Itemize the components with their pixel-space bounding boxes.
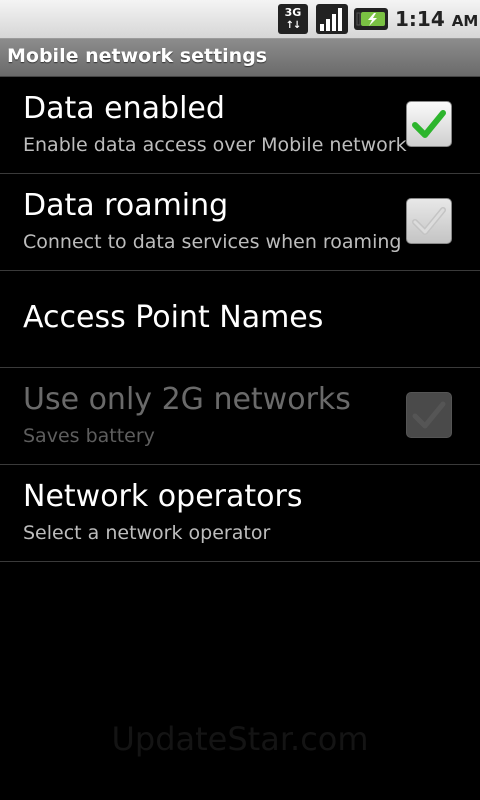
checkmark-icon <box>412 207 446 235</box>
use-only-2g-checkbox[interactable] <box>406 392 452 438</box>
pref-title: Use only 2G networks <box>23 382 351 417</box>
3g-data-icon: 3G ↑↓ <box>278 4 308 34</box>
battery-charging-icon <box>354 8 388 30</box>
pref-title: Data enabled <box>23 91 225 126</box>
pref-summary: Select a network operator <box>23 522 271 544</box>
pref-data-roaming[interactable]: Data roaming Connect to data services wh… <box>0 174 480 271</box>
pref-title: Access Point Names <box>23 300 324 335</box>
pref-network-operators[interactable]: Network operators Select a network opera… <box>0 465 480 562</box>
title-bar: Mobile network settings <box>0 39 480 77</box>
data-enabled-checkbox[interactable] <box>406 101 452 147</box>
pref-summary: Connect to data services when roaming <box>23 231 402 253</box>
preference-list: Data enabled Enable data access over Mob… <box>0 77 480 562</box>
pref-summary: Enable data access over Mobile network <box>23 134 407 156</box>
checkmark-icon <box>412 401 446 429</box>
checkmark-icon <box>412 110 446 138</box>
status-bar: 3G ↑↓ 1:14 AM <box>0 0 480 39</box>
signal-strength-icon <box>316 4 348 34</box>
pref-title: Network operators <box>23 479 303 514</box>
data-roaming-checkbox[interactable] <box>406 198 452 244</box>
pref-use-only-2g[interactable]: Use only 2G networks Saves battery <box>0 368 480 465</box>
pref-summary: Saves battery <box>23 425 155 447</box>
clock: 1:14 AM <box>395 7 479 31</box>
watermark: UpdateStar.com <box>111 720 369 758</box>
pref-title: Data roaming <box>23 188 229 223</box>
pref-data-enabled[interactable]: Data enabled Enable data access over Mob… <box>0 77 480 174</box>
page-title: Mobile network settings <box>7 45 268 67</box>
pref-access-point-names[interactable]: Access Point Names <box>0 271 480 368</box>
